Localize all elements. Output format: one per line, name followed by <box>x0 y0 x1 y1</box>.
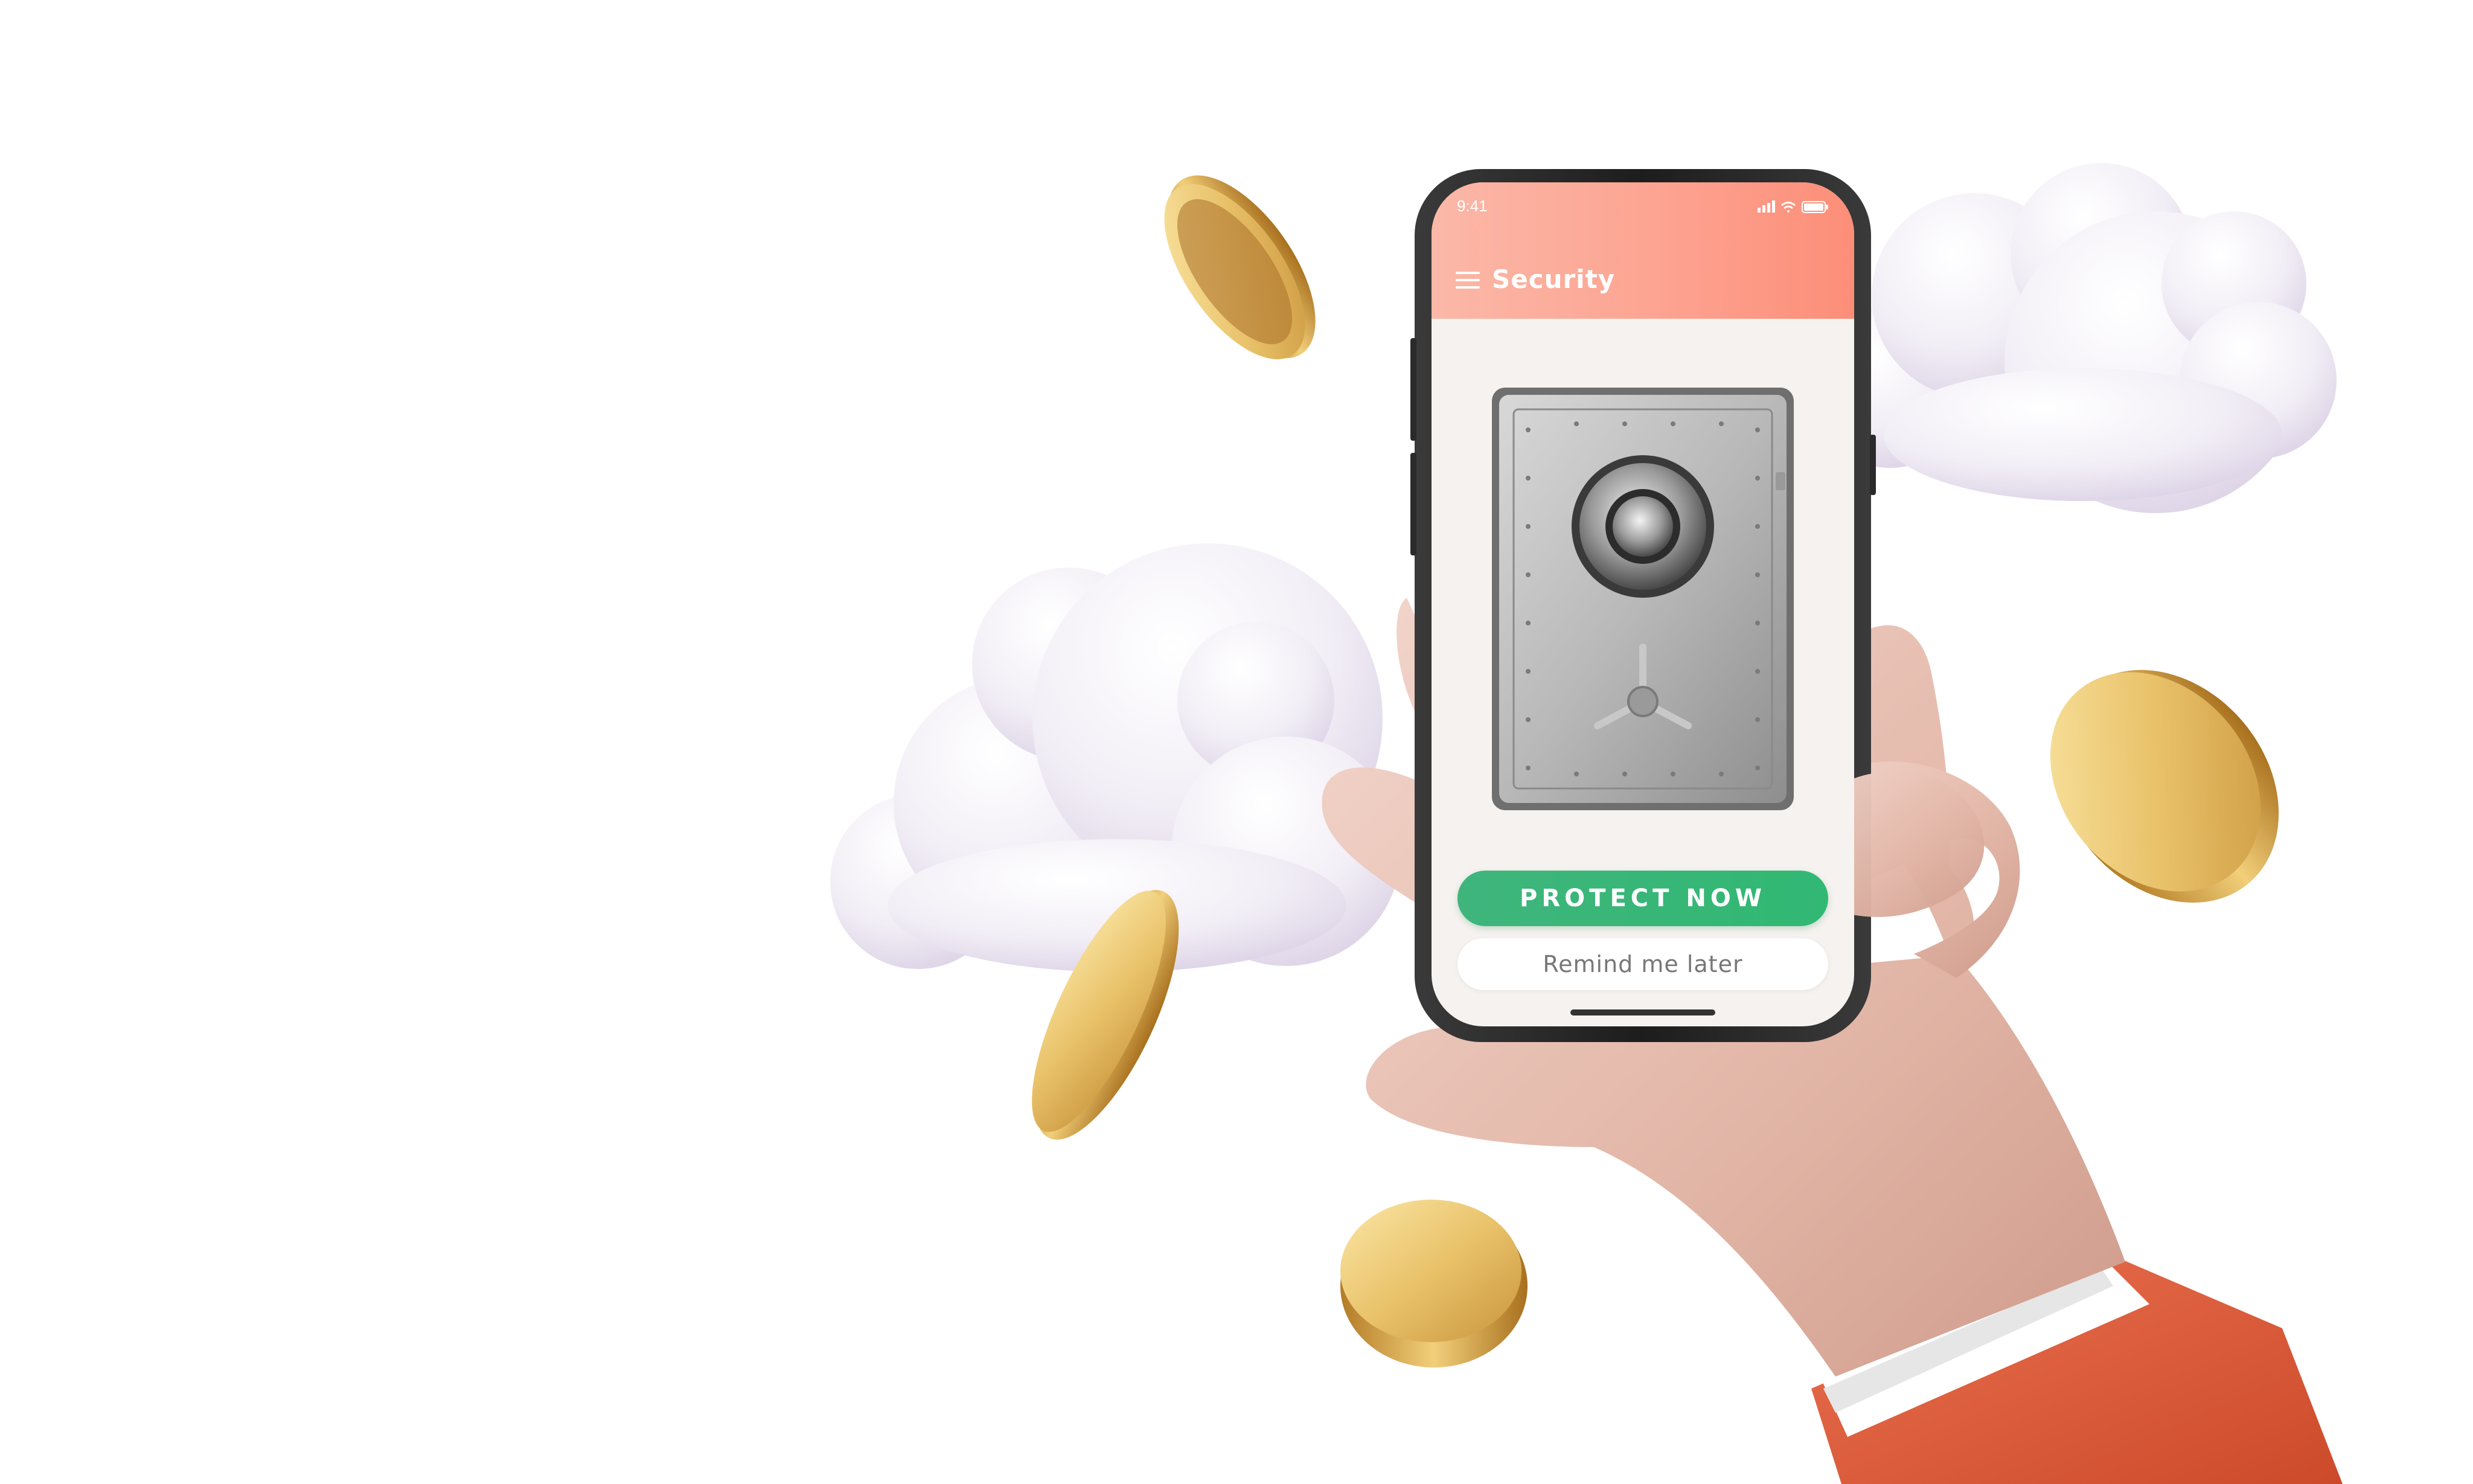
cloud-right <box>1808 163 2337 513</box>
page-title: Security <box>1492 264 1616 294</box>
scene-illustration <box>830 163 2343 1484</box>
status-icons <box>1758 200 1828 213</box>
protect-now-button[interactable]: PROTECT NOW <box>1457 871 1828 926</box>
coin-right <box>2050 670 2279 903</box>
remind-later-button[interactable]: Remind me later <box>1457 938 1828 990</box>
phone-screen: 9:41 Security PROTECT NOW Remind me late… <box>1432 182 1854 1026</box>
app-header: 9:41 Security <box>1432 182 1854 319</box>
wifi-icon <box>1781 202 1796 213</box>
signal-icon <box>1758 200 1775 213</box>
status-time: 9:41 <box>1457 197 1488 215</box>
dial-icon <box>1572 455 1714 598</box>
safe-icon <box>1492 388 1794 810</box>
home-indicator[interactable] <box>1570 1009 1715 1015</box>
coin-top <box>1164 175 1316 360</box>
battery-icon <box>1802 201 1828 213</box>
coin-bottom <box>1340 1200 1528 1367</box>
hamburger-menu-icon[interactable] <box>1456 270 1480 290</box>
cloud-left <box>830 543 1401 972</box>
